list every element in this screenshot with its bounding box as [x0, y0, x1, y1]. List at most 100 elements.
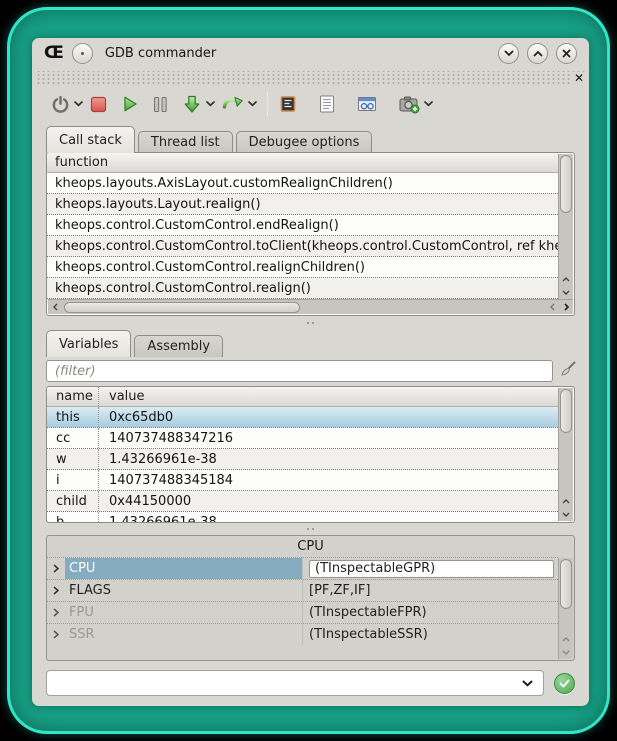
cpu-tree-row[interactable]: FLAGS [PF,ZF,IF]: [47, 579, 558, 601]
chevron-up-icon: [533, 50, 543, 57]
step-over-button[interactable]: [219, 91, 247, 117]
power-button[interactable]: [48, 91, 73, 117]
step-over-menu-button[interactable]: [247, 101, 261, 107]
dock-close-button[interactable]: ✕: [572, 72, 586, 84]
chevron-down-icon: [522, 680, 533, 687]
register-group-name[interactable]: SSR: [65, 624, 303, 645]
watch-window-button[interactable]: [354, 91, 380, 117]
callstack-row[interactable]: kheops.control.CustomControl.toClient(kh…: [47, 236, 558, 257]
snapshot-menu-button[interactable]: [423, 101, 437, 107]
scroll-right-button[interactable]: [559, 301, 573, 314]
tab-call-stack[interactable]: Call stack: [46, 126, 135, 153]
step-into-menu-button[interactable]: [205, 101, 219, 107]
step-into-button[interactable]: [179, 91, 205, 117]
register-group-name[interactable]: FPU: [65, 602, 303, 623]
expand-arrow-icon[interactable]: [47, 586, 65, 595]
frame-text: kheops.control.CustomControl.realign(): [47, 281, 311, 296]
cpu-group-title: CPU: [47, 536, 574, 557]
scroll-up-button[interactable]: [559, 273, 573, 286]
expand-arrow-icon[interactable]: [47, 564, 65, 573]
callstack-row[interactable]: kheops.layouts.AxisLayout.customRealignC…: [47, 173, 558, 194]
filter-input[interactable]: [46, 360, 553, 382]
toolbar-separator: [267, 92, 268, 116]
cpu-view-button[interactable]: [276, 91, 300, 117]
scroll-up-button[interactable]: [559, 633, 573, 646]
tab-debugee-options[interactable]: Debugee options: [236, 131, 373, 153]
scroll-left-button2[interactable]: [545, 301, 559, 314]
scroll-up-button[interactable]: [559, 495, 573, 508]
callstack-vscrollbar[interactable]: [558, 154, 573, 299]
close-icon: [562, 49, 571, 58]
chevron-up-icon: [562, 499, 570, 504]
cpu-tree-row[interactable]: FPU (TInspectableFPR): [47, 601, 558, 623]
callstack-row[interactable]: kheops.control.CustomControl.realign(): [47, 278, 558, 299]
stop-button[interactable]: [87, 91, 110, 117]
splitter-handle[interactable]: [46, 319, 575, 326]
tab-thread-list[interactable]: Thread list: [138, 131, 233, 153]
send-command-button[interactable]: [554, 673, 575, 694]
callstack-header[interactable]: function: [47, 153, 558, 173]
splitter-handle[interactable]: [46, 525, 575, 532]
check-icon: [559, 679, 570, 688]
column-name[interactable]: name: [47, 387, 99, 406]
callstack-row[interactable]: kheops.control.CustomControl.endRealign(…: [47, 215, 558, 236]
dock-handle[interactable]: ✕: [35, 71, 586, 85]
vscroll-thumb[interactable]: [560, 155, 572, 213]
minimize-button[interactable]: [498, 43, 519, 64]
snapshot-button[interactable]: [396, 91, 423, 117]
pin-button[interactable]: [72, 43, 93, 64]
scroll-left-button[interactable]: [48, 301, 62, 314]
var-name: this: [47, 407, 99, 427]
tab-assembly[interactable]: Assembly: [134, 335, 223, 357]
variable-row[interactable]: w 1.43266961e-38: [47, 449, 558, 470]
chevron-left-icon: [53, 303, 58, 311]
scroll-down-button[interactable]: [559, 646, 573, 659]
callstack-hscrollbar[interactable]: [48, 299, 573, 314]
maximize-button[interactable]: [527, 43, 548, 64]
command-combobox[interactable]: [46, 670, 544, 696]
variables-header[interactable]: name value: [47, 387, 558, 407]
callstack-row[interactable]: kheops.control.CustomControl.realignChil…: [47, 257, 558, 278]
expand-arrow-icon[interactable]: [47, 608, 65, 617]
chevron-down-icon: [424, 101, 433, 107]
register-value: (TInspectableFPR): [303, 602, 558, 623]
chevron-down-icon: [504, 50, 514, 57]
power-menu-button[interactable]: [73, 101, 87, 107]
hscroll-thumb[interactable]: [64, 302, 300, 313]
variable-row[interactable]: b 1.43266961e-38: [47, 512, 558, 523]
chevron-up-icon: [562, 277, 570, 282]
chevron-down-icon: [248, 101, 257, 107]
cpu-vscrollbar[interactable]: [558, 558, 573, 659]
expand-arrow-icon[interactable]: [47, 630, 65, 639]
step-over-icon: [222, 94, 244, 114]
register-value-field[interactable]: (TInspectableGPR): [309, 560, 554, 578]
step-into-icon: [182, 94, 202, 114]
register-group-name[interactable]: FLAGS: [65, 580, 303, 601]
log-view-button[interactable]: [316, 91, 338, 117]
cpu-tree-row[interactable]: SSR (TInspectableSSR): [47, 623, 558, 645]
callstack-row[interactable]: kheops.layouts.Layout.realign(): [47, 194, 558, 215]
register-group-name[interactable]: CPU: [65, 558, 303, 579]
app-icon: Œ: [44, 45, 64, 62]
run-button[interactable]: [118, 91, 142, 117]
variable-row[interactable]: cc 140737488347216: [47, 428, 558, 449]
scroll-down-button[interactable]: [559, 286, 573, 299]
cpu-tree-row[interactable]: CPU (TInspectableGPR): [47, 557, 558, 579]
play-icon: [121, 95, 139, 113]
pause-button[interactable]: [150, 91, 171, 117]
tab-variables[interactable]: Variables: [46, 330, 131, 357]
column-value[interactable]: value: [99, 389, 558, 404]
vscroll-thumb[interactable]: [560, 559, 572, 609]
vscroll-thumb[interactable]: [560, 389, 572, 433]
variable-row[interactable]: i 140737488345184: [47, 470, 558, 491]
scroll-down-button[interactable]: [559, 508, 573, 521]
variable-row[interactable]: this 0xc65db0: [47, 407, 558, 428]
column-function[interactable]: function: [47, 155, 108, 170]
variables-vscrollbar[interactable]: [558, 388, 573, 521]
clear-filter-icon[interactable]: [559, 360, 577, 382]
chevron-down-icon: [562, 650, 570, 655]
stop-icon: [90, 96, 107, 113]
power-icon: [51, 95, 70, 114]
variable-row[interactable]: child 0x44150000: [47, 491, 558, 512]
close-button[interactable]: [556, 43, 577, 64]
